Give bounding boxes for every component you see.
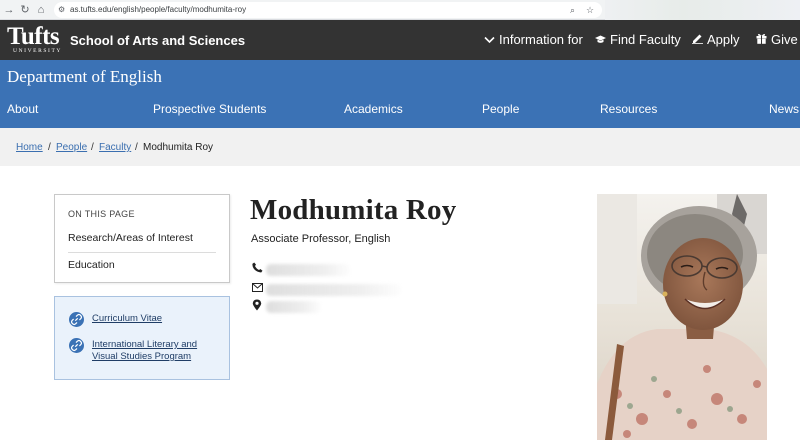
profile-photo bbox=[597, 194, 767, 440]
department-nav-band: Department of English About Prospective … bbox=[0, 60, 800, 128]
chevron-down-icon bbox=[484, 35, 495, 47]
on-this-page-link-education[interactable]: Education bbox=[68, 259, 115, 271]
bookmark-star-icon[interactable]: ☆ bbox=[586, 4, 594, 16]
profile-name: Modhumita Roy bbox=[250, 194, 457, 226]
give-label: Give bbox=[771, 32, 798, 47]
apply-link[interactable]: Apply bbox=[692, 32, 740, 47]
breadcrumb-separator: / bbox=[135, 142, 138, 153]
reload-icon[interactable]: ↻ bbox=[18, 3, 32, 17]
nav-about[interactable]: About bbox=[7, 102, 38, 116]
breadcrumb-separator: / bbox=[91, 142, 94, 153]
divider bbox=[68, 252, 216, 253]
browser-toolbar: → ↻ ⌂ ⚙ as.tufts.edu/english/people/facu… bbox=[0, 0, 800, 20]
program-link-label-line2[interactable]: Visual Studies Program bbox=[92, 351, 191, 363]
nav-resources[interactable]: Resources bbox=[600, 102, 657, 116]
logo-subtitle: UNIVERSITY bbox=[13, 48, 62, 54]
breadcrumb-current: Modhumita Roy bbox=[143, 142, 214, 153]
address-text[interactable]: as.tufts.edu/english/people/faculty/modh… bbox=[70, 4, 246, 16]
graduation-cap-icon bbox=[595, 35, 606, 47]
site-info-icon[interactable]: ⚙ bbox=[58, 5, 65, 14]
school-name-link[interactable]: School of Arts and Sciences bbox=[70, 33, 245, 48]
logo-wordmark: Tufts bbox=[7, 23, 60, 50]
information-for-menu[interactable]: Information for bbox=[484, 32, 583, 47]
zoom-icon[interactable]: ⌕ bbox=[570, 4, 575, 16]
information-for-label: Information for bbox=[499, 32, 583, 47]
link-icon bbox=[69, 312, 84, 327]
tufts-logo[interactable]: Tufts UNIVERSITY bbox=[7, 23, 62, 56]
breadcrumb-people[interactable]: People bbox=[56, 142, 87, 153]
breadcrumb: Home / People / Faculty / Modhumita Roy bbox=[0, 128, 800, 166]
breadcrumb-home[interactable]: Home bbox=[16, 142, 43, 153]
address-bar[interactable]: ⚙ as.tufts.edu/english/people/faculty/mo… bbox=[54, 2, 602, 18]
breadcrumb-separator: / bbox=[48, 142, 51, 153]
on-this-page-box: ON THIS PAGE Research/Areas of Interest … bbox=[54, 194, 230, 283]
on-this-page-title: ON THIS PAGE bbox=[68, 209, 135, 219]
forward-icon[interactable]: → bbox=[2, 3, 16, 17]
program-link-label-line1[interactable]: International Literary and bbox=[92, 339, 197, 351]
cv-link-label[interactable]: Curriculum Vitae bbox=[92, 313, 162, 325]
phone-icon bbox=[251, 262, 263, 277]
envelope-icon bbox=[251, 282, 263, 296]
profile-title: Associate Professor, English bbox=[251, 233, 391, 245]
map-pin-icon bbox=[251, 299, 263, 315]
link-icon bbox=[69, 338, 84, 353]
pencil-icon bbox=[692, 33, 703, 47]
find-faculty-link[interactable]: Find Faculty bbox=[595, 32, 681, 47]
department-title[interactable]: Department of English bbox=[7, 67, 162, 87]
nav-news[interactable]: News bbox=[769, 102, 799, 116]
office-location-redacted[interactable] bbox=[266, 301, 321, 313]
phone-number-redacted[interactable] bbox=[266, 264, 350, 276]
breadcrumb-faculty[interactable]: Faculty bbox=[99, 142, 131, 153]
browser-extension-area bbox=[605, 0, 800, 20]
email-address-redacted[interactable] bbox=[266, 284, 401, 296]
give-link[interactable]: Give bbox=[756, 32, 798, 47]
apply-label: Apply bbox=[707, 32, 740, 47]
nav-people[interactable]: People bbox=[482, 102, 519, 116]
nav-academics[interactable]: Academics bbox=[344, 102, 403, 116]
resource-links-box: Curriculum Vitae International Literary … bbox=[54, 296, 230, 380]
home-icon[interactable]: ⌂ bbox=[34, 3, 48, 17]
on-this-page-link-research[interactable]: Research/Areas of Interest bbox=[68, 232, 193, 244]
site-header: Tufts UNIVERSITY School of Arts and Scie… bbox=[0, 20, 800, 60]
find-faculty-label: Find Faculty bbox=[610, 32, 681, 47]
nav-prospective-students[interactable]: Prospective Students bbox=[153, 102, 266, 116]
gift-icon bbox=[756, 33, 767, 47]
